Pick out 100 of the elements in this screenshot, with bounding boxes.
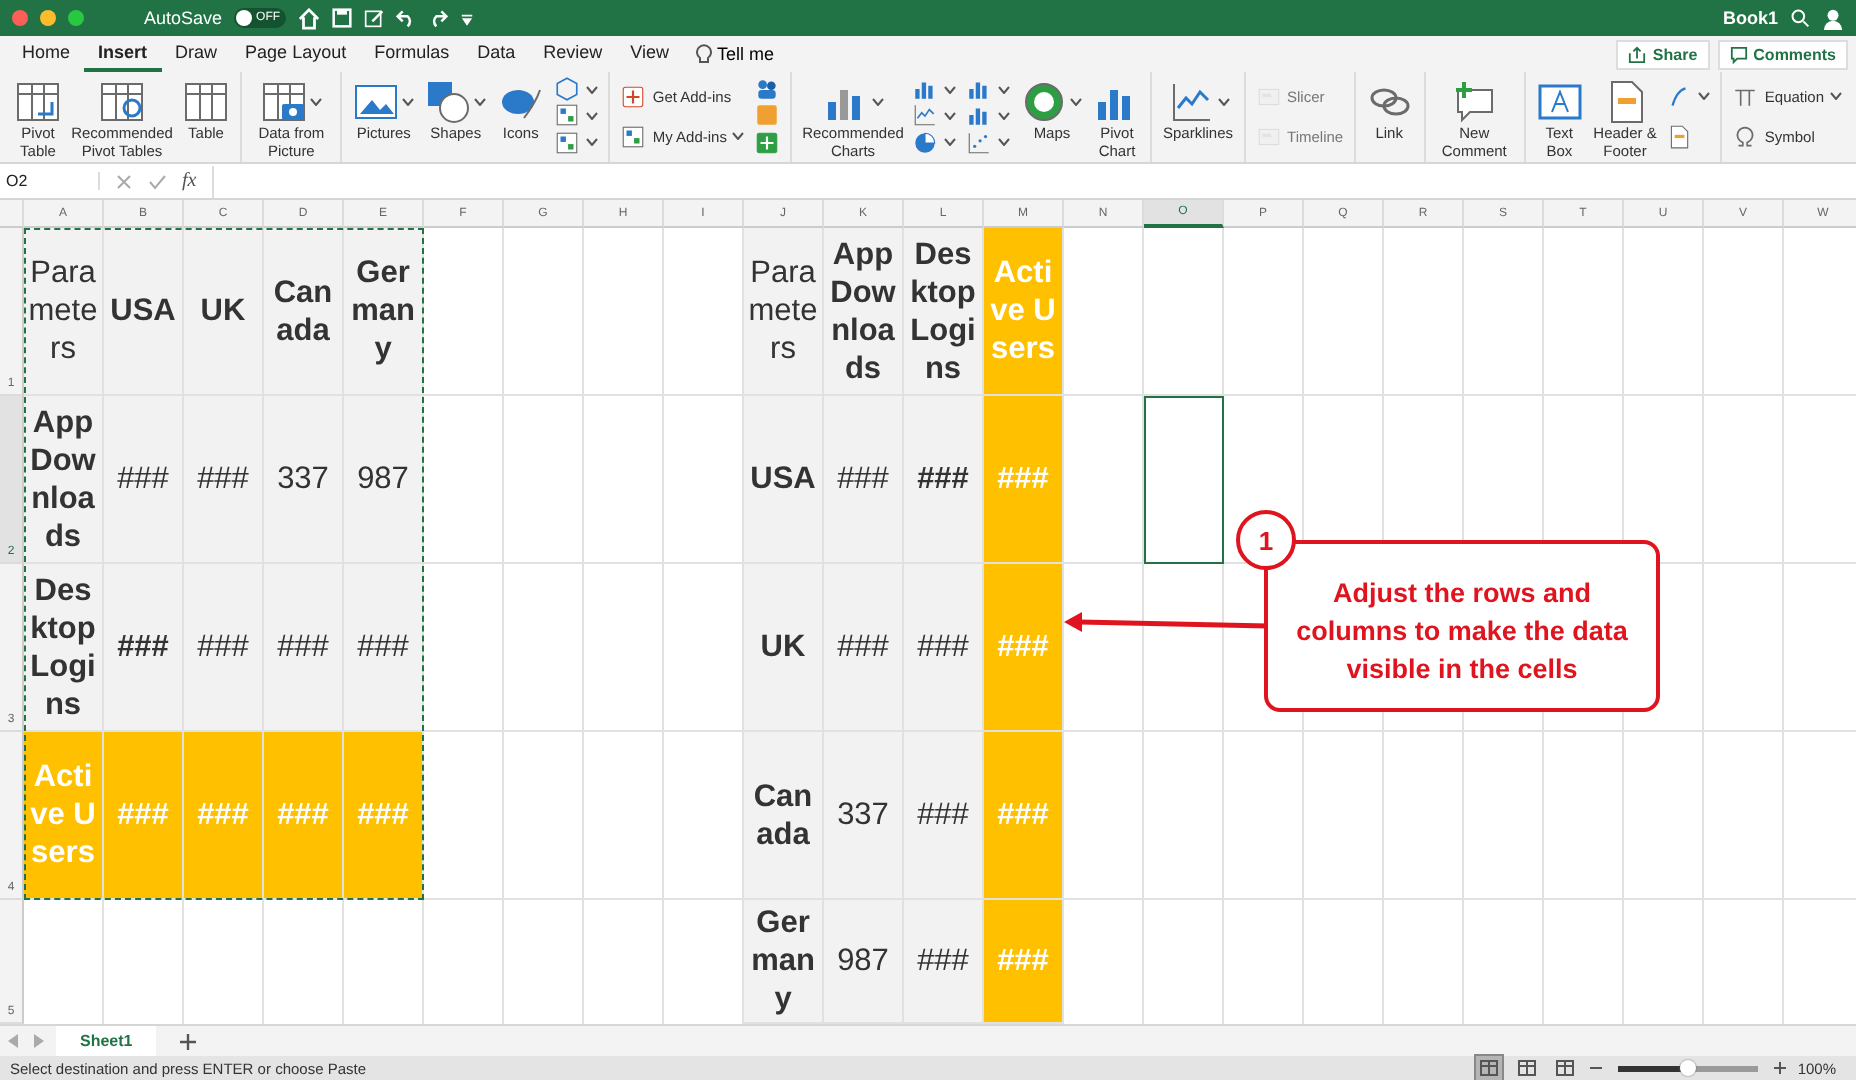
caret-icon [1217,98,1229,106]
view-button[interactable] [1513,1056,1540,1080]
share-icon [1628,45,1647,63]
ribbon-button[interactable] [552,102,601,129]
table-camera-icon [260,78,309,126]
share-button[interactable]: Share [1616,39,1710,69]
table-question-icon [98,78,146,126]
edit-icon[interactable] [364,8,385,28]
table-cell: Germany [344,228,424,396]
table-cell: ### [984,396,1064,564]
cancel-icon[interactable] [116,173,132,189]
save-icon[interactable] [332,8,353,28]
ribbon-button[interactable] [964,129,1013,156]
table-cell: UK [744,564,824,732]
caret-icon [998,138,1011,147]
table-cell: Active Users [984,228,1064,396]
function-button[interactable]: fx [182,170,197,192]
caret-icon [1830,92,1842,100]
cube-icon [554,76,581,103]
caret-icon [944,138,957,147]
ribbon-tab[interactable]: Home [8,36,85,72]
table-cell: ### [104,396,184,564]
tell-me-field[interactable]: Tell me [717,44,775,64]
caret-icon [1698,92,1711,100]
table-cell: App Downloads [824,228,904,396]
comments-button[interactable]: Comments [1717,39,1848,69]
table-cell: ### [824,396,904,564]
zoom-slider[interactable] [1617,1065,1758,1071]
view-button[interactable] [1475,1056,1502,1080]
ribbon-tab[interactable]: View [616,36,683,72]
redo-icon[interactable] [428,8,449,28]
table-cell: ### [904,396,984,564]
ribbon-tab[interactable]: Draw [161,36,232,72]
table-cell: Canada [264,228,344,396]
ribbon-tab[interactable]: Page Layout [231,36,361,72]
table-cell: ### [984,564,1064,732]
table-cell: Germany [744,900,824,1024]
zoom-in-icon[interactable] [1773,1062,1786,1074]
pie-chart-icon [912,129,939,156]
caret-icon [586,138,599,147]
table-cell: ### [824,564,904,732]
table-cell: Canada [744,732,824,900]
customize-icon[interactable] [460,11,475,25]
selected-cell[interactable] [1144,396,1224,564]
table-cell: Desktop Logins [24,564,104,732]
ribbon-tab[interactable]: Data [463,36,530,72]
minimize-icon[interactable] [40,10,56,26]
table-icon [182,78,230,126]
globe-icon [1020,78,1069,126]
caret-icon [998,111,1011,120]
maximize-icon[interactable] [68,10,84,26]
plus-icon [180,1033,197,1049]
caret-icon [944,85,957,94]
caret-icon [402,98,415,106]
table-cell: ### [184,732,264,900]
person-icon[interactable] [1822,7,1844,29]
ribbon-button[interactable] [552,76,601,103]
ribbon-button[interactable] [752,129,783,156]
view-button[interactable] [1551,1056,1578,1080]
autosave-label: AutoSave [144,8,223,28]
table-cell: ### [904,564,984,732]
name-box[interactable]: O2 [6,172,100,190]
table-cell: ### [344,564,424,732]
sheet-tab[interactable]: Sheet1 [56,1026,157,1056]
lightbulb-icon [695,44,711,64]
table-cell: UK [184,228,264,396]
search-icon[interactable] [1790,8,1810,28]
tile-icon [754,102,781,129]
zoom-out-icon[interactable] [1589,1062,1602,1074]
caret-icon [586,111,599,120]
table-cell: ### [264,732,344,900]
undo-icon[interactable] [396,8,417,28]
table-cell: ### [184,396,264,564]
table-cell: USA [104,228,184,396]
table-cell: Parameters [744,228,824,396]
ribbon-button[interactable] [910,129,959,156]
table-cell: Active Users [24,732,104,900]
table-cell: USA [744,396,824,564]
caret-icon [871,98,884,106]
symbol-icon [1732,123,1759,149]
ribbon-button[interactable] [910,102,959,129]
table-cell: ### [984,732,1064,900]
caret-icon [1070,98,1083,106]
ribbon-tab[interactable]: Review [529,36,617,72]
table-cell: 987 [824,900,904,1024]
table-cell: Parameters [24,228,104,396]
sparkline-icon [1167,78,1215,126]
table-cell: ### [344,732,424,900]
table-cell: 987 [344,396,424,564]
comment-icon [1729,45,1748,63]
table-cell: Desktop Logins [904,228,984,396]
caret-icon [474,98,487,106]
check-icon[interactable] [148,173,166,189]
home-icon[interactable] [298,7,321,29]
ribbon-tab[interactable]: Formulas [360,36,464,72]
ribbon-button[interactable] [552,129,601,156]
table-cell: App Downloads [24,396,104,564]
table-cell: ### [904,732,984,900]
table-cell: ### [984,900,1064,1024]
table-cell: ### [184,564,264,732]
